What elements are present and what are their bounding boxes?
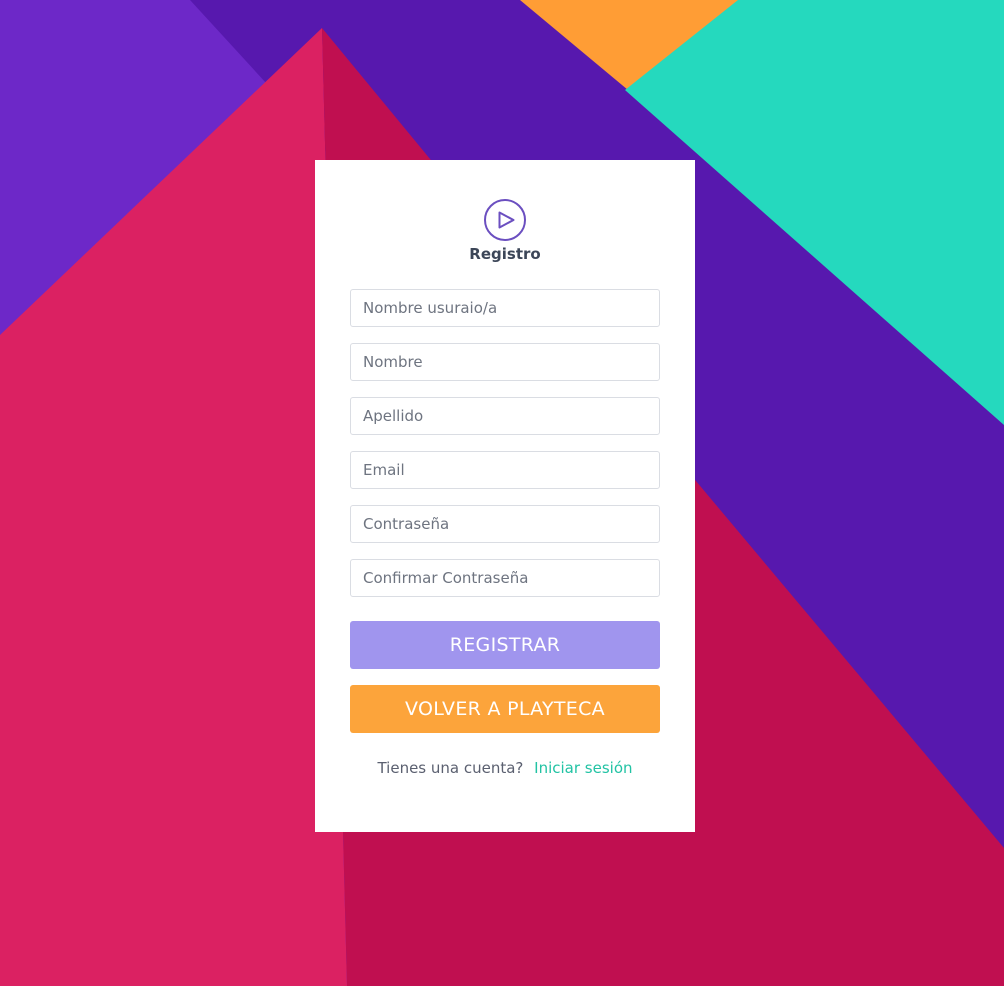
login-prompt-text: Tienes una cuenta? <box>377 759 524 777</box>
first-name-input[interactable] <box>350 343 660 381</box>
email-input[interactable] <box>350 451 660 489</box>
last-name-input[interactable] <box>350 397 660 435</box>
login-prompt: Tienes una cuenta? Iniciar sesión <box>315 759 695 777</box>
back-to-playteca-button[interactable]: VOLVER A PLAYTECA <box>350 685 660 733</box>
password-input[interactable] <box>350 505 660 543</box>
confirm-password-input[interactable] <box>350 559 660 597</box>
play-circle-icon <box>484 199 526 241</box>
page-title: Registro <box>469 245 541 263</box>
register-button[interactable]: REGISTRAR <box>350 621 660 669</box>
login-link[interactable]: Iniciar sesión <box>534 759 632 777</box>
username-input[interactable] <box>350 289 660 327</box>
registration-card: Registro REGISTRAR VOLVER A PLAYTECA Tie… <box>315 160 695 832</box>
